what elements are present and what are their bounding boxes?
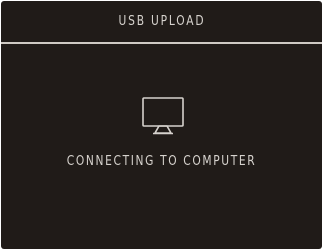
- screen-title: USB UPLOAD: [118, 13, 205, 29]
- connection-status: CONNECTING TO COMPUTER: [1, 154, 322, 169]
- connection-status-text: CONNECTING TO COMPUTER: [66, 154, 257, 169]
- header-divider: [1, 42, 322, 44]
- monitor-icon: [142, 97, 184, 135]
- header-bar: USB UPLOAD: [1, 1, 322, 41]
- device-screen: USB UPLOAD CONNECTING TO COMPUTER: [1, 1, 322, 249]
